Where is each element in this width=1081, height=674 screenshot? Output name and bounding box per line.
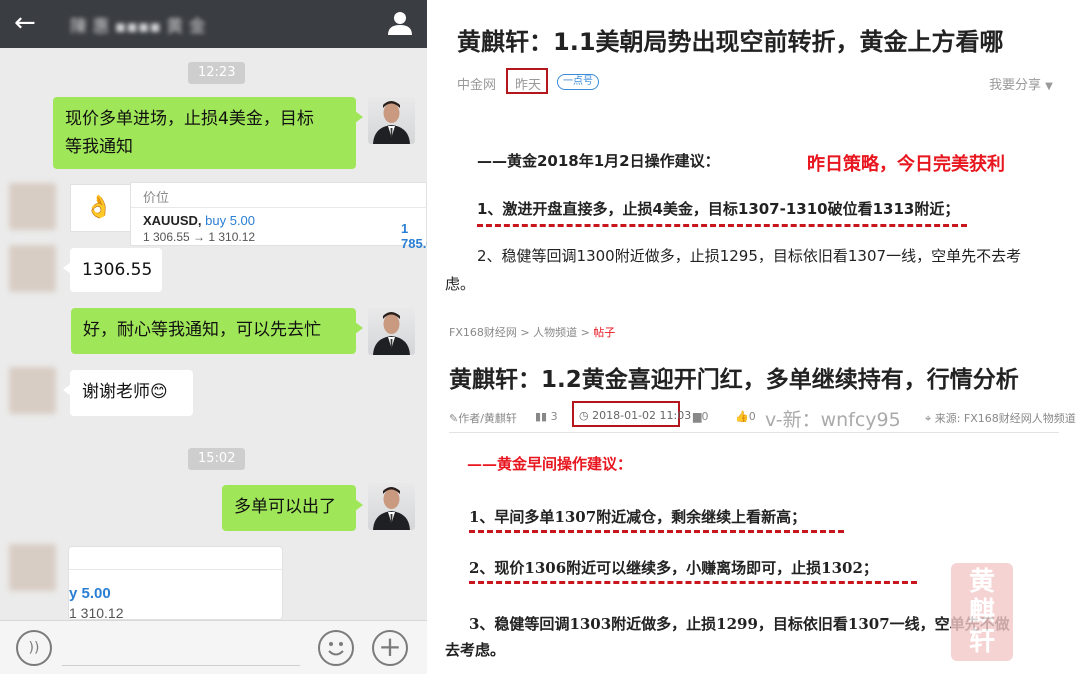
message-text: 多单可以出了 — [234, 497, 336, 517]
trade-profit: 1 785.00 — [401, 221, 427, 251]
screenshot-root: ← 陳 惠 ▪▪▪▪ 黄 金 12:23 现价多单进场，止损4美金，目标 等我通… — [0, 0, 1081, 674]
article1-tag[interactable]: 一点号 — [557, 74, 599, 90]
article2-author: ✎作者/黄麒轩 — [449, 412, 517, 425]
article2-point2: 2、现价1306附近可以继续多，小赚离场即可，止损1302； — [469, 559, 878, 577]
article2-comments[interactable]: ▆0 — [693, 410, 708, 423]
message-text: 现价多单进场，止损4美金，目标 — [65, 109, 314, 129]
article1-title: 黄麒轩：1.1美朝局势出现空前转折，黄金上方看哪 — [457, 28, 1004, 56]
clock-icon: ◷ — [579, 409, 589, 422]
back-arrow-icon[interactable]: ← — [14, 8, 36, 38]
seal-stamp-logo: 黄麒轩 — [951, 563, 1013, 661]
article2-point3-line2: 去考虑。 — [445, 641, 506, 659]
message-bubble[interactable]: 好，耐心等我通知，可以先去忙 — [71, 308, 363, 354]
breadcrumb-item[interactable]: 人物频道 — [533, 326, 577, 339]
article2-source: ⌖ 来源: FX168财经网人物频道 — [925, 412, 1076, 425]
trade-symbol: XAUUSD, — [143, 213, 202, 228]
message-text: 等我通知 — [65, 137, 133, 157]
dashed-underline — [469, 581, 917, 584]
trade-card[interactable]: 价位 XAUUSD, buy 5.00 1 306.55 → 1 310.12 … — [130, 182, 427, 251]
message-bubble[interactable]: 1306.55 — [63, 248, 162, 292]
dashed-underline — [469, 530, 844, 533]
watermark-text: v-新：wnfcy95 — [765, 409, 901, 431]
share-label: 我要分享 — [989, 78, 1042, 93]
share-button[interactable]: 我要分享 ▼ — [989, 74, 1053, 93]
plus-icon[interactable]: + — [372, 630, 408, 666]
article2-datetime: ◷ 2018-01-02 11:03 — [579, 409, 692, 422]
my-avatar[interactable] — [368, 483, 415, 530]
dashed-underline — [477, 224, 967, 227]
article2-title: 黄麒轩：1.2黄金喜迎开门红，多单继续持有，行情分析 — [449, 367, 1019, 393]
article1-point1: 1、激进开盘直接多，止损4美金，目标1307-1310破位看1313附近； — [477, 200, 960, 218]
message-bubble[interactable]: 谢谢老师😊 — [63, 370, 193, 416]
message-input[interactable] — [62, 665, 300, 666]
article1-heading: ——黄金2018年1月2日操作建议： — [477, 152, 720, 170]
emoji-icon[interactable] — [318, 630, 354, 666]
chat-panel: ← 陳 惠 ▪▪▪▪ 黄 金 12:23 现价多单进场，止损4美金，目标 等我通… — [0, 0, 427, 674]
trade-side: buy 5.00 — [205, 213, 256, 228]
trade-card[interactable]: y 5.00 1 310.12 — [68, 546, 284, 621]
article2-likes[interactable]: 👍0 — [735, 410, 756, 423]
contact-avatar[interactable] — [9, 367, 56, 414]
card-divider — [131, 207, 427, 208]
contact-avatar[interactable] — [9, 544, 56, 591]
article2-heading: ——黄金早间操作建议： — [467, 455, 633, 473]
trade-range: 1 310.12 — [69, 605, 124, 621]
person-photo-icon — [373, 487, 410, 530]
breadcrumb: FX168财经网 > 人物频道 > 帖子 — [449, 326, 616, 339]
contact-avatar[interactable] — [9, 245, 56, 292]
article1-highlight: 昨日策略，今日完美获利 — [807, 154, 1005, 175]
card-divider — [69, 569, 284, 570]
message-text: 1306.55 — [82, 260, 153, 280]
trade-range: 1 306.55 → 1 310.12 — [143, 230, 256, 244]
article2-views: ▮▮ 3 — [535, 410, 558, 423]
timestamp: 12:23 — [188, 62, 246, 84]
divider — [449, 432, 1059, 433]
chat-input-bar: )) + — [0, 620, 427, 674]
ok-hand-icon: 👌 — [85, 195, 113, 220]
voice-icon[interactable]: )) — [16, 630, 52, 666]
person-photo-icon — [373, 312, 410, 355]
my-avatar[interactable] — [368, 308, 415, 355]
person-photo-icon — [373, 101, 410, 144]
card-title: 价位 — [143, 191, 170, 206]
user-icon[interactable] — [387, 10, 413, 36]
trade-side: y 5.00 — [69, 585, 111, 602]
article2-point1: 1、早间多单1307附近减仓，剩余继续上看新高； — [469, 508, 807, 526]
article1-date: 昨天 — [515, 78, 542, 93]
message-text: 好，耐心等我通知，可以先去忙 — [83, 320, 321, 340]
edit-icon: ✎ — [449, 412, 459, 425]
message-bubble[interactable]: 现价多单进场，止损4美金，目标 等我通知 — [53, 97, 363, 169]
chat-title: 陳 惠 ▪▪▪▪ 黄 金 — [70, 17, 206, 36]
article1-point2-line1: 2、稳健等回调1300附近做多，止损1295，目标依旧看1307一线，空单先不去… — [477, 247, 1022, 265]
article1-source[interactable]: 中金网 — [457, 74, 496, 93]
ok-hand-emoji-card: 👌 — [70, 184, 130, 232]
contact-avatar[interactable] — [9, 183, 56, 230]
breadcrumb-item[interactable]: FX168财经网 — [449, 326, 517, 339]
article2-point3-line1: 3、稳健等回调1303附近做多，止损1299，目标依旧看1307一线，空单先不做 — [469, 615, 1010, 633]
article1-point2-line2: 虑。 — [445, 275, 476, 293]
location-pin-icon: ⌖ — [925, 412, 932, 425]
timestamp: 15:02 — [188, 448, 246, 470]
caret-down-icon: ▼ — [1045, 81, 1053, 92]
bar-chart-icon: ▮▮ — [535, 410, 548, 423]
my-avatar[interactable] — [368, 97, 415, 144]
message-text: 谢谢老师😊 — [82, 382, 168, 402]
chat-header: ← 陳 惠 ▪▪▪▪ 黄 金 — [0, 0, 427, 48]
message-bubble[interactable]: 多单可以出了 — [222, 485, 363, 531]
breadcrumb-item[interactable]: 帖子 — [593, 326, 615, 339]
thumbs-up-icon: 👍 — [735, 410, 749, 423]
